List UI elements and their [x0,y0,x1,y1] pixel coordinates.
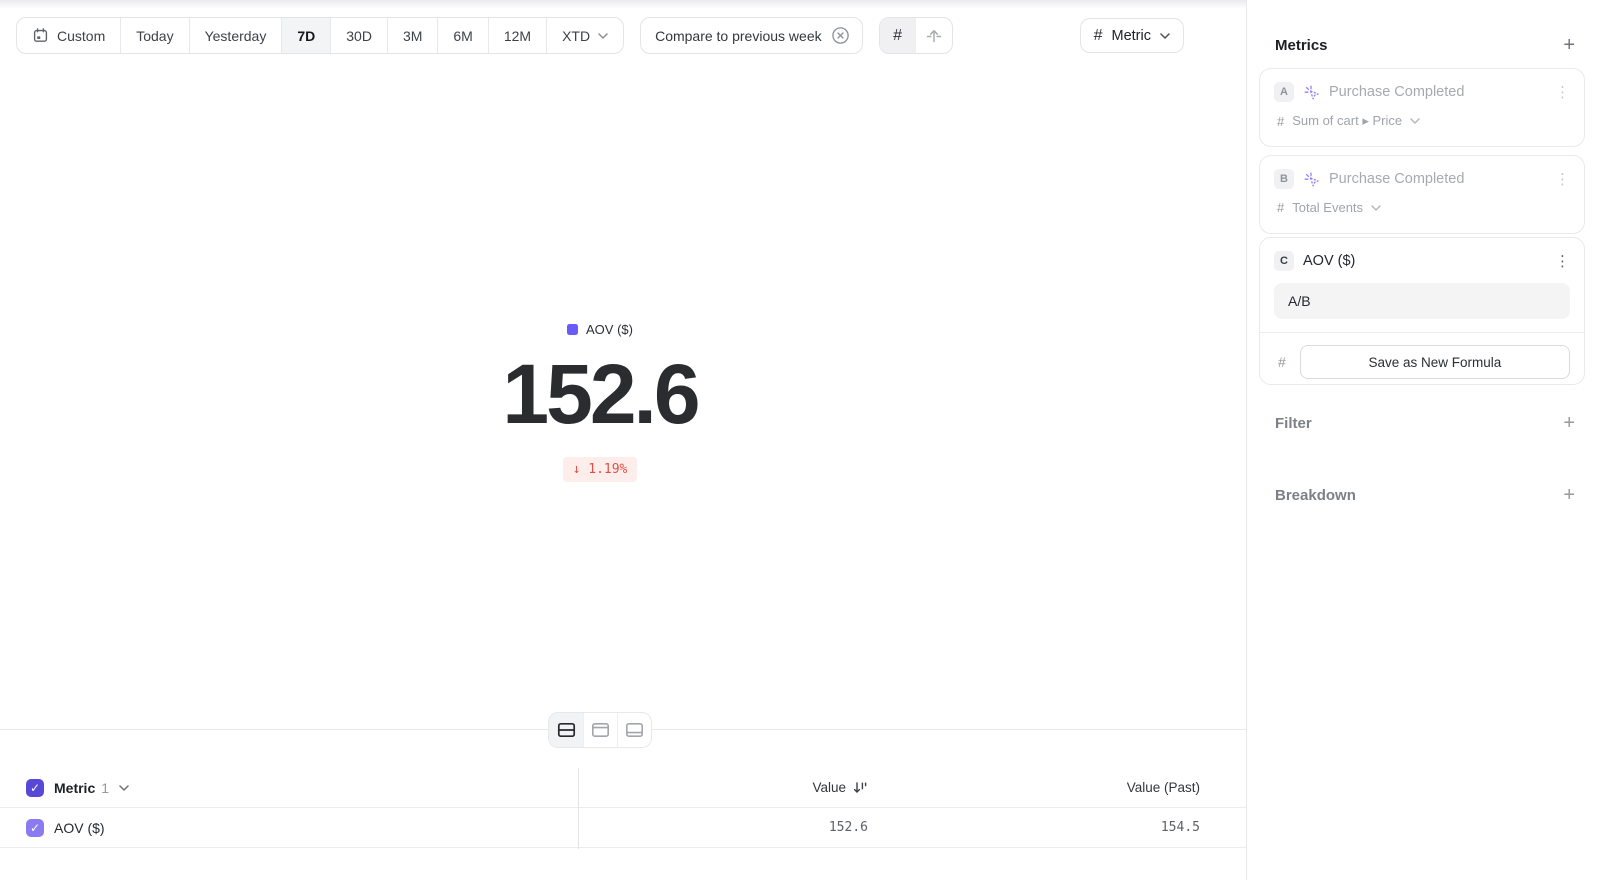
metric-badge: C [1274,251,1294,271]
metric-count: 1 [101,780,109,796]
value-past-column-header[interactable]: Value (Past) [1127,780,1200,795]
table-header-row: ✓ Metric 1 Value Va [0,768,1246,808]
formula-card-c[interactable]: C AOV ($) ⋮ A/B # Save as New Formula [1259,237,1585,385]
kebab-menu-icon[interactable]: ⋮ [1555,254,1570,269]
add-breakdown-icon[interactable]: + [1563,484,1575,507]
big-number-view-toggle[interactable]: # [880,18,916,53]
calendar-icon [32,27,49,44]
chevron-down-icon [1160,33,1170,39]
chevron-down-icon[interactable] [119,785,129,791]
formula-input[interactable]: A/B [1274,283,1570,319]
date-range-yesterday[interactable]: Yesterday [189,18,282,53]
table-row: ✓ AOV ($) 152.6 154.5 [0,808,1246,848]
toolbar: Custom Today Yesterday 7D 30D 3M 6M 12M … [0,17,1246,54]
save-as-new-formula-button[interactable]: Save as New Formula [1300,345,1570,379]
compare-chip[interactable]: Compare to previous week [640,17,863,54]
legend-label: AOV ($) [586,322,633,337]
value-column-header[interactable]: Value [812,780,846,795]
filter-section-header: Filter + [1275,412,1575,435]
metric-button-label: Metric [1112,28,1151,44]
uplift-view-toggle[interactable] [916,18,952,53]
formula-name[interactable]: AOV ($) [1303,253,1355,269]
metric-event-name[interactable]: Purchase Completed [1329,171,1464,187]
add-metric-icon[interactable]: + [1563,34,1575,57]
metric-event-name[interactable]: Purchase Completed [1329,84,1464,100]
main-panel: Custom Today Yesterday 7D 30D 3M 6M 12M … [0,0,1246,880]
date-range-today[interactable]: Today [120,18,188,53]
metric-badge: B [1274,169,1294,189]
split-view-toggle[interactable] [549,713,583,747]
metric-badge: A [1274,82,1294,102]
big-number-chart: AOV ($) 152.6 ↓ 1.19% [0,322,1200,482]
measure-selector[interactable]: Total Events [1292,200,1363,215]
number-type-icon: # [1278,354,1286,370]
breakdown-section-header: Breakdown + [1275,484,1575,507]
date-range-custom[interactable]: Custom [17,18,120,53]
panel-layout-toggles [548,712,652,748]
sort-descending-icon[interactable] [852,780,868,795]
metric-column-label: Metric [54,780,95,796]
kebab-menu-icon[interactable]: ⋮ [1555,85,1570,100]
top-edge-shadow [0,0,1246,9]
metric-value: 152.6 [0,352,1200,436]
results-table: ✓ Metric 1 Value Va [0,768,1246,848]
date-range-6m[interactable]: 6M [437,18,487,53]
row-value: 152.6 [829,820,868,835]
table-only-view-toggle[interactable] [617,713,651,747]
row-checkbox[interactable]: ✓ [26,819,44,837]
chevron-down-icon [1371,205,1381,211]
table-column-divider [578,768,579,849]
card-divider [1260,332,1584,333]
metrics-title: Metrics [1275,37,1328,54]
number-type-icon: # [1277,114,1284,129]
chart-only-view-toggle[interactable] [583,713,617,747]
chart-legend: AOV ($) [567,322,633,337]
row-value-past: 154.5 [1161,820,1200,835]
metric-dropdown-button[interactable]: # Metric [1080,18,1184,53]
add-filter-icon[interactable]: + [1563,412,1575,435]
change-badge: ↓ 1.19% [563,457,638,482]
date-range-30d[interactable]: 30D [330,18,387,53]
chart-type-toggle: # [879,17,953,54]
metric-hash-icon: # [1094,27,1103,45]
remove-compare-icon[interactable] [831,26,850,45]
measure-selector[interactable]: Sum of cart ▸ Price [1292,113,1402,129]
breakdown-title: Breakdown [1275,487,1356,504]
autocapture-sparkle-icon [1303,84,1320,101]
date-range-segmented-control: Custom Today Yesterday 7D 30D 3M 6M 12M … [16,17,624,54]
compare-chip-label: Compare to previous week [655,28,822,44]
date-range-3m[interactable]: 3M [387,18,437,53]
metric-card-a[interactable]: A Purchase Completed ⋮ # Sum of cart ▸ P… [1259,68,1585,147]
date-range-xtd[interactable]: XTD [546,18,623,53]
legend-color-swatch [567,324,578,335]
number-type-icon: # [1277,200,1284,215]
filter-title: Filter [1275,415,1312,432]
date-range-12m[interactable]: 12M [488,18,546,53]
number-view-icon: # [893,27,902,45]
autocapture-sparkle-icon [1303,171,1320,188]
date-range-label: Custom [57,28,105,44]
metric-card-b[interactable]: B Purchase Completed ⋮ # Total Events [1259,155,1585,234]
select-all-checkbox[interactable]: ✓ [26,779,44,797]
pull-up-icon [925,27,943,45]
date-range-7d[interactable]: 7D [281,18,330,53]
chevron-down-icon [1410,118,1420,124]
query-sidebar: Metrics + A Purchase Completed ⋮ # Sum o… [1246,0,1600,880]
metrics-section-header: Metrics + [1275,34,1575,57]
kebab-menu-icon[interactable]: ⋮ [1555,172,1570,187]
chevron-down-icon [598,33,608,39]
row-metric-label: AOV ($) [54,820,105,836]
